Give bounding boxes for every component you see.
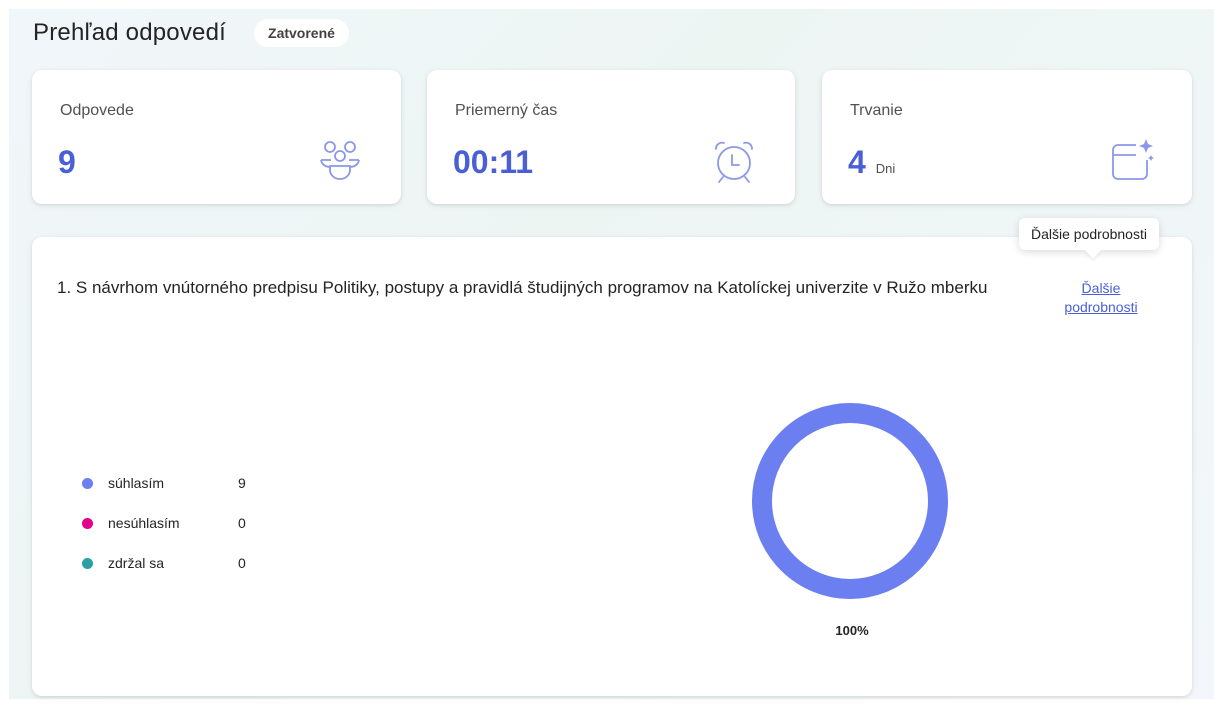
more-details-link[interactable]: Ďalšie podrobnosti [1056,279,1146,317]
question-title: 1. S návrhom vnútorného predpisu Politik… [57,278,988,297]
avg-time-card: Priemerný čas 00:11 [427,70,795,204]
calendar-sparkle-icon [1112,139,1154,180]
duration-unit: Dni [875,161,896,176]
duration-card: Trvanie 4 Dni [822,70,1192,204]
chart-legend: súhlasím 9 nesúhlasím 0 zdržal sa 0 [82,463,246,583]
more-details-link-line1: Ďalšie [1081,280,1121,296]
duration-value: 4 Dni [848,144,895,181]
legend-item-nesuhlasim: nesúhlasím 0 [82,503,246,543]
legend-dot-nesuhlasim [82,517,93,529]
donut-slice-suhlasim[interactable] [752,403,948,599]
avg-time-value: 00:11 [453,144,533,181]
page-title: Prehľad odpovedí [33,19,227,46]
legend-item-zdrzal: zdržal sa 0 [82,543,246,583]
legend-label-nesuhlasim: nesúhlasím [108,515,180,531]
responses-value: 9 [58,144,76,181]
responses-label: Odpovede [60,102,134,119]
avg-time-label: Priemerný čas [455,102,558,119]
more-details-link-line2: podrobnosti [1064,299,1138,315]
legend-item-suhlasim: súhlasím 9 [82,463,246,503]
avg-time-text: 00:11 [453,144,534,180]
more-details-tooltip: Ďalšie podrobnosti [1019,218,1159,250]
legend-value-nesuhlasim: 0 [238,515,246,531]
donut-percent-label: 100% [835,623,869,638]
responses-count: 9 [58,144,76,180]
duration-label: Trvanie [850,102,903,119]
donut-chart [752,403,948,599]
legend-value-zdrzal: 0 [238,555,246,571]
legend-label-suhlasim: súhlasím [108,475,165,491]
legend-value-suhlasim: 9 [238,475,246,491]
people-group-icon [320,141,360,180]
legend-label-zdrzal: zdržal sa [108,555,165,571]
page-background: Prehľad odpovedí Zatvorené Odpovede 9 Pr… [9,9,1214,699]
legend-dot-suhlasim [82,477,93,489]
responses-card: Odpovede 9 [32,70,401,204]
header: Prehľad odpovedí Zatvorené [33,19,349,47]
status-badge: Zatvorené [254,19,349,47]
alarm-clock-icon [715,141,753,183]
question-card: 1. S návrhom vnútorného predpisu Politik… [32,237,1192,696]
duration-number: 4 [848,144,866,180]
legend-dot-zdrzal [82,557,93,569]
